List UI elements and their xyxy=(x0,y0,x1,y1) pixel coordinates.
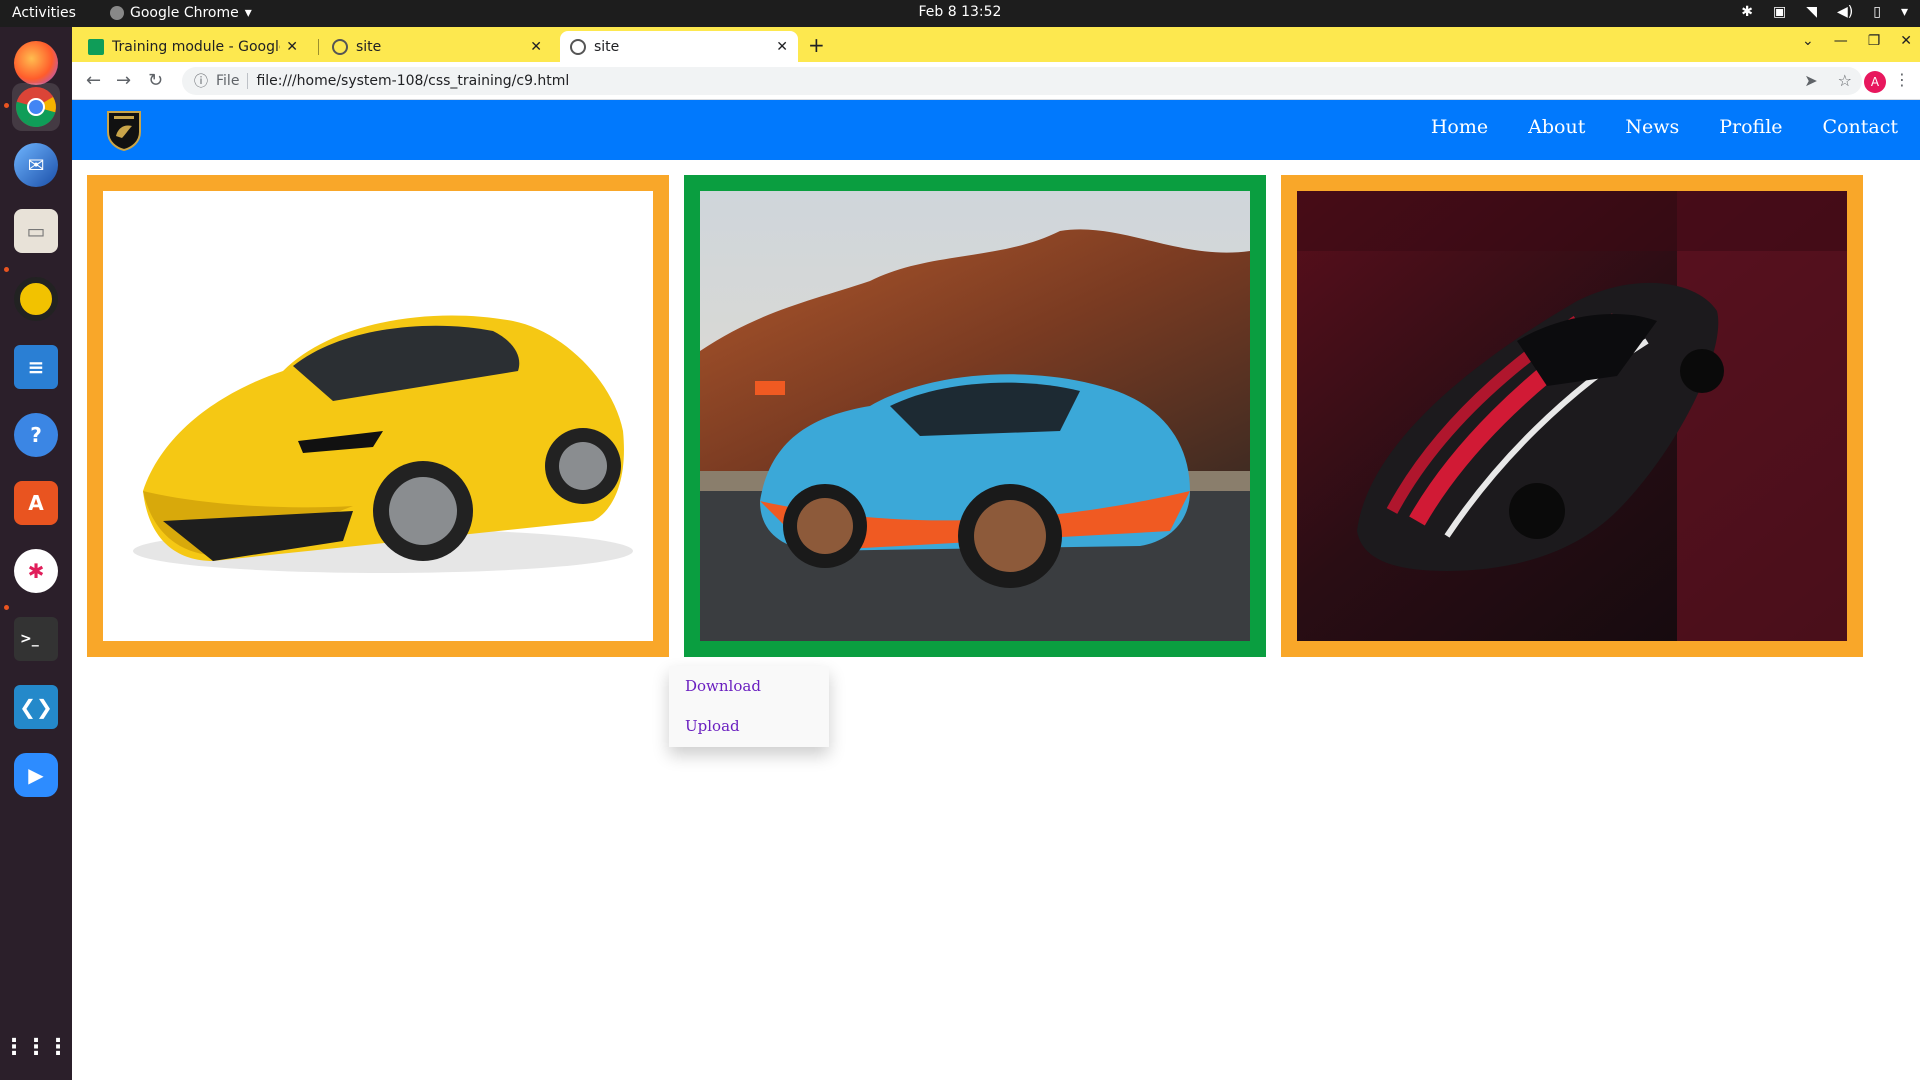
yellow-lamborghini-image xyxy=(103,191,653,641)
slack-tray-icon[interactable]: ✱ xyxy=(1741,4,1753,20)
nav-news[interactable]: News xyxy=(1625,116,1679,138)
running-indicator xyxy=(4,103,9,108)
zoom-icon: ▶ xyxy=(14,753,58,797)
blue-lamborghini-sto-image xyxy=(700,191,1250,641)
tab-title: Training module - Google xyxy=(112,38,281,55)
site-navbar: Home About News Profile Contact xyxy=(72,100,1920,160)
address-bar[interactable]: ⓘ File file:///home/system-108/css_train… xyxy=(182,67,1862,95)
car-card-1[interactable] xyxy=(87,175,669,657)
forward-icon[interactable]: → xyxy=(116,70,131,91)
close-icon[interactable]: ✕ xyxy=(286,39,298,55)
car-card-3[interactable] xyxy=(1281,175,1863,657)
tab-title: site xyxy=(594,38,620,55)
close-icon[interactable]: ✕ xyxy=(776,39,788,55)
slack-icon: ✱ xyxy=(14,549,58,593)
url-text[interactable]: file:///home/system-108/css_training/c9.… xyxy=(256,73,569,89)
dock-thunderbird[interactable]: ✉ xyxy=(12,141,60,189)
chrome-icon xyxy=(16,87,56,127)
dock-terminal[interactable]: >_ xyxy=(12,615,60,663)
dock-vscode[interactable]: ❮❯ xyxy=(12,683,60,731)
battery-icon[interactable]: ▯ xyxy=(1873,4,1881,20)
tab-site-2[interactable]: site ✕ xyxy=(560,31,798,62)
globe-favicon-icon xyxy=(332,38,348,55)
dropdown-item-download[interactable]: Download xyxy=(669,666,829,706)
dock-slack[interactable]: ✱ xyxy=(12,547,60,595)
bookmark-star-icon[interactable]: ☆ xyxy=(1838,71,1852,90)
dock-firefox[interactable] xyxy=(12,39,60,87)
files-icon: ▭ xyxy=(14,209,58,253)
close-icon[interactable]: ✕ xyxy=(530,39,542,55)
info-icon[interactable]: ⓘ xyxy=(194,71,208,91)
nav-about[interactable]: About xyxy=(1528,116,1585,138)
dock-writer[interactable]: ≡ xyxy=(12,343,60,391)
chrome-mini-icon xyxy=(110,6,124,20)
help-icon: ? xyxy=(14,413,58,457)
tab-title: site xyxy=(356,38,382,55)
dropdown-item-upload[interactable]: Upload xyxy=(669,706,829,746)
dock-zoom[interactable]: ▶ xyxy=(12,751,60,799)
send-icon[interactable]: ➤ xyxy=(1804,71,1817,90)
firefox-icon xyxy=(14,41,58,85)
car-card-2[interactable] xyxy=(684,175,1266,657)
app-grid-icon: ⋮⋮⋮ xyxy=(3,1034,69,1060)
globe-favicon-icon xyxy=(570,38,586,55)
system-menu-chevron-icon[interactable]: ▾ xyxy=(1901,4,1908,20)
back-icon[interactable]: ← xyxy=(86,70,101,91)
omnibox-actions: ➤ ☆ xyxy=(1804,71,1852,90)
dock-rhythmbox[interactable] xyxy=(12,275,60,323)
system-tray[interactable]: ✱ ▣ ◥ ◀) ▯ ▾ xyxy=(1741,4,1908,20)
nav-links: Home About News Profile Contact xyxy=(1431,116,1898,138)
red-black-lamborghini-image xyxy=(1297,191,1847,641)
running-indicator xyxy=(4,267,9,272)
system-top-bar: Activities Google Chrome ▾ Feb 8 13:52 ✱… xyxy=(0,0,1920,27)
dock-chrome[interactable] xyxy=(12,83,60,131)
tab-strip: Training module - Google ✕ site ✕ site ✕… xyxy=(72,27,1920,62)
vscode-icon: ❮❯ xyxy=(14,685,58,729)
window-close-icon[interactable]: ✕ xyxy=(1900,33,1912,49)
minimize-icon[interactable]: — xyxy=(1834,33,1848,49)
chevron-down-icon: ▾ xyxy=(244,5,252,21)
new-tab-button[interactable]: + xyxy=(808,33,825,57)
wifi-icon[interactable]: ◥ xyxy=(1806,4,1817,20)
window-controls: ⌄ — ❐ ✕ xyxy=(1802,33,1912,49)
software-center-icon: A xyxy=(14,481,58,525)
browser-window: Training module - Google ✕ site ✕ site ✕… xyxy=(72,27,1920,1080)
dropdown-menu: Download Upload xyxy=(669,666,829,747)
dock: ✉ ▭ ≡ ? A ✱ >_ ❮❯ ▶ ⋮⋮⋮ xyxy=(0,27,72,1080)
maximize-icon[interactable]: ❐ xyxy=(1868,33,1881,49)
menu-kebab-icon[interactable]: ⋮ xyxy=(1894,70,1910,89)
web-page: Home About News Profile Contact Download… xyxy=(72,100,1920,1080)
dock-help[interactable]: ? xyxy=(12,411,60,459)
volume-icon[interactable]: ◀) xyxy=(1837,4,1853,20)
reload-icon[interactable]: ↻ xyxy=(148,70,163,91)
writer-icon: ≡ xyxy=(14,345,58,389)
rhythmbox-icon xyxy=(14,277,58,321)
activities-button[interactable]: Activities xyxy=(12,5,76,21)
dock-files[interactable]: ▭ xyxy=(12,207,60,255)
app-menu[interactable]: Google Chrome ▾ xyxy=(110,5,252,21)
tab-search-icon[interactable]: ⌄ xyxy=(1802,33,1814,49)
running-indicator xyxy=(4,605,9,610)
terminal-icon: >_ xyxy=(14,617,58,661)
sheets-favicon-icon xyxy=(88,38,104,55)
nav-contact[interactable]: Contact xyxy=(1823,116,1898,138)
clock[interactable]: Feb 8 13:52 xyxy=(919,4,1002,20)
dock-app-grid[interactable]: ⋮⋮⋮ xyxy=(3,1023,69,1071)
nav-home[interactable]: Home xyxy=(1431,116,1488,138)
app-menu-label: Google Chrome xyxy=(130,5,239,21)
scheme-label: File xyxy=(216,73,249,89)
profile-avatar[interactable]: A xyxy=(1864,71,1886,93)
nav-profile[interactable]: Profile xyxy=(1719,116,1782,138)
tab-training-module[interactable]: Training module - Google ✕ xyxy=(78,31,308,62)
zoom-tray-icon[interactable]: ▣ xyxy=(1773,4,1786,20)
browser-toolbar: ← → ↻ ⓘ File file:///home/system-108/css… xyxy=(72,62,1920,100)
tab-site-1[interactable]: site ✕ xyxy=(322,31,552,62)
thunderbird-icon: ✉ xyxy=(14,143,58,187)
dock-software[interactable]: A xyxy=(12,479,60,527)
tab-separator xyxy=(318,39,319,55)
lamborghini-logo[interactable] xyxy=(102,108,146,152)
